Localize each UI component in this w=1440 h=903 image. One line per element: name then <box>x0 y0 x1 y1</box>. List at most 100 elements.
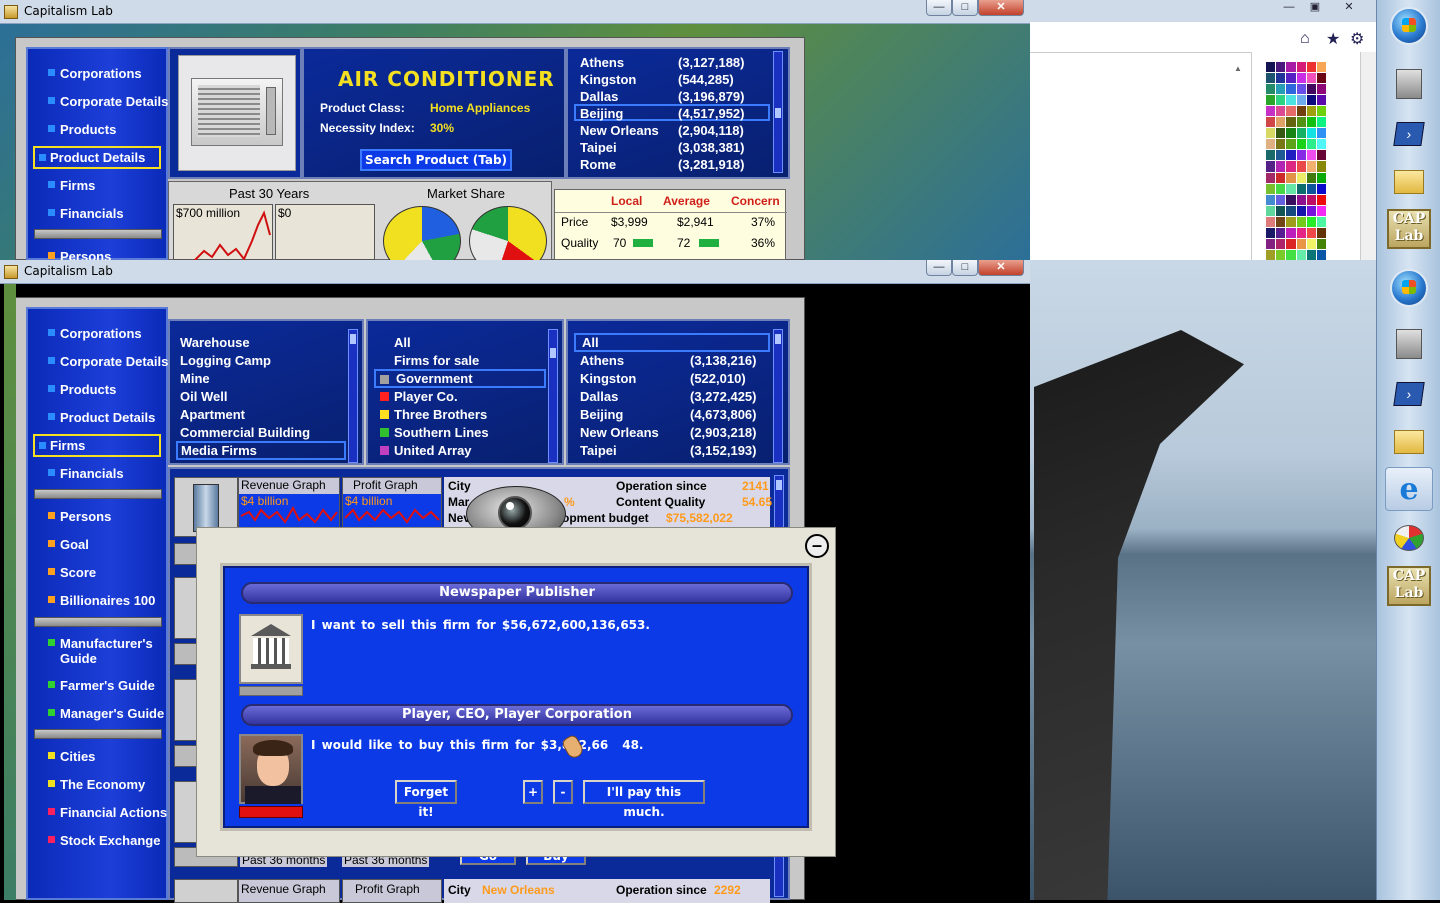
scroll-up-icon[interactable]: ▲ <box>1234 64 1244 74</box>
palette-swatch[interactable] <box>1316 62 1326 73</box>
city-dallas[interactable]: Dallas <box>580 89 618 104</box>
firm-type-item[interactable]: Oil Well <box>180 389 227 404</box>
palette-swatch[interactable] <box>1296 128 1306 139</box>
color-palette[interactable] <box>1266 62 1326 260</box>
sidebar-item-corporate-details[interactable]: Corporate Details <box>48 354 168 369</box>
sidebar-item-financial-actions[interactable]: Financial Actions <box>48 805 167 820</box>
city-beijing[interactable]: Beijing <box>580 407 623 422</box>
sidebar-item-firms[interactable]: Firms <box>48 178 95 193</box>
palette-swatch[interactable] <box>1286 205 1296 216</box>
top-window-titlebar[interactable]: Capitalism Lab — □ ✕ <box>0 0 1030 24</box>
search-product-button[interactable]: Search Product (Tab) <box>360 149 512 171</box>
palette-swatch[interactable] <box>1266 205 1276 216</box>
palette-swatch[interactable] <box>1276 95 1286 106</box>
palette-swatch[interactable] <box>1306 227 1316 238</box>
palette-swatch[interactable] <box>1286 84 1296 95</box>
ie-icon[interactable]: e <box>1385 467 1433 511</box>
palette-swatch[interactable] <box>1296 205 1306 216</box>
palette-swatch[interactable] <box>1316 161 1326 172</box>
sidebar-item-corporations[interactable]: Corporations <box>48 326 142 341</box>
sidebar-item-cities[interactable]: Cities <box>48 749 95 764</box>
palette-swatch[interactable] <box>1266 73 1276 84</box>
city-all[interactable]: All <box>574 333 770 352</box>
right-restore-button[interactable]: ▣ <box>1302 0 1328 16</box>
palette-swatch[interactable] <box>1286 139 1296 150</box>
palette-swatch[interactable] <box>1316 205 1326 216</box>
city-athens[interactable]: Athens <box>580 55 624 70</box>
palette-swatch[interactable] <box>1276 73 1286 84</box>
palette-swatch[interactable] <box>1316 172 1326 183</box>
city-beijing[interactable]: Beijing <box>580 106 623 121</box>
folder-icon[interactable] <box>1385 160 1433 204</box>
palette-swatch[interactable] <box>1296 73 1306 84</box>
owner-scrollbar[interactable] <box>548 329 558 463</box>
sidebar-item-the-economy[interactable]: The Economy <box>48 777 145 792</box>
right-app-scrollbar[interactable] <box>1360 52 1376 260</box>
palette-swatch[interactable] <box>1276 183 1286 194</box>
palette-swatch[interactable] <box>1286 249 1296 260</box>
profit-graph[interactable]: Profit Graph $4 billion <box>342 477 442 528</box>
palette-swatch[interactable] <box>1316 194 1326 205</box>
palette-swatch[interactable] <box>1286 194 1296 205</box>
owner-firms-for-sale[interactable]: Firms for sale <box>394 353 479 368</box>
sidebar-item-score[interactable]: Score <box>48 565 96 580</box>
palette-swatch[interactable] <box>1286 73 1296 84</box>
palette-swatch[interactable] <box>1306 128 1316 139</box>
palette-swatch[interactable] <box>1266 216 1276 227</box>
sidebar-item-financials[interactable]: Financials <box>48 466 124 481</box>
palette-swatch[interactable] <box>1296 150 1306 161</box>
palette-swatch[interactable] <box>1306 194 1316 205</box>
palette-swatch[interactable] <box>1266 150 1276 161</box>
palette-swatch[interactable] <box>1266 183 1276 194</box>
palette-swatch[interactable] <box>1286 95 1296 106</box>
palette-swatch[interactable] <box>1296 84 1306 95</box>
palette-swatch[interactable] <box>1306 139 1316 150</box>
forget-it-button[interactable]: Forget it! <box>395 780 457 819</box>
owner-southern-lines[interactable]: Southern Lines <box>380 425 489 440</box>
sidebar-item-financials[interactable]: Financials <box>48 206 124 221</box>
city-dallas[interactable]: Dallas <box>580 389 618 404</box>
caplab-icon[interactable]: CAP Lab <box>1385 564 1433 608</box>
palette-swatch[interactable] <box>1316 106 1326 117</box>
close-dialog-icon[interactable]: – <box>805 534 829 558</box>
palette-swatch[interactable] <box>1306 205 1316 216</box>
wizard-icon[interactable] <box>1385 322 1433 366</box>
palette-swatch[interactable] <box>1266 161 1276 172</box>
sidebar-item-products[interactable]: Products <box>48 382 116 397</box>
gear-icon[interactable]: ⚙ <box>1350 29 1364 49</box>
firm-type-item[interactable]: Commercial Building <box>180 425 310 440</box>
palette-swatch[interactable] <box>1306 216 1316 227</box>
sidebar-item-stock-exchange[interactable]: Stock Exchange <box>48 833 160 848</box>
palette-swatch[interactable] <box>1276 227 1286 238</box>
palette-swatch[interactable] <box>1276 139 1286 150</box>
palette-swatch[interactable] <box>1276 106 1286 117</box>
palette-swatch[interactable] <box>1296 161 1306 172</box>
palette-swatch[interactable] <box>1306 73 1316 84</box>
firm-type-item[interactable]: Warehouse <box>180 335 250 350</box>
owner-all[interactable]: All <box>394 335 411 350</box>
sidebar-item-manufacturers-guide[interactable]: Manufacturer's Guide <box>48 636 158 666</box>
home-icon[interactable]: ⌂ <box>1300 30 1310 48</box>
palette-swatch[interactable] <box>1306 172 1316 183</box>
owner-united-array[interactable]: United Array <box>380 443 472 458</box>
firm-type-item[interactable]: Apartment <box>180 407 245 422</box>
palette-swatch[interactable] <box>1316 95 1326 106</box>
palette-swatch[interactable] <box>1316 84 1326 95</box>
palette-swatch[interactable] <box>1306 183 1316 194</box>
palette-swatch[interactable] <box>1316 216 1326 227</box>
palette-swatch[interactable] <box>1276 128 1286 139</box>
sidebar-item-products[interactable]: Products <box>48 122 116 137</box>
sidebar-item-product-details[interactable]: Product Details <box>33 146 161 169</box>
palette-swatch[interactable] <box>1296 117 1306 128</box>
sidebar-item-billionaires[interactable]: Billionaires 100 <box>48 593 155 608</box>
palette-swatch[interactable] <box>1296 183 1306 194</box>
palette-swatch[interactable] <box>1286 227 1296 238</box>
right-close-button[interactable]: ✕ <box>1336 0 1362 16</box>
firm-type-item-selected[interactable]: Media Firms <box>176 441 346 460</box>
palette-swatch[interactable] <box>1286 183 1296 194</box>
wizard-icon[interactable] <box>1385 62 1433 106</box>
palette-swatch[interactable] <box>1266 84 1276 95</box>
start-orb-icon[interactable] <box>1385 4 1433 48</box>
palette-swatch[interactable] <box>1296 238 1306 249</box>
palette-swatch[interactable] <box>1276 161 1286 172</box>
